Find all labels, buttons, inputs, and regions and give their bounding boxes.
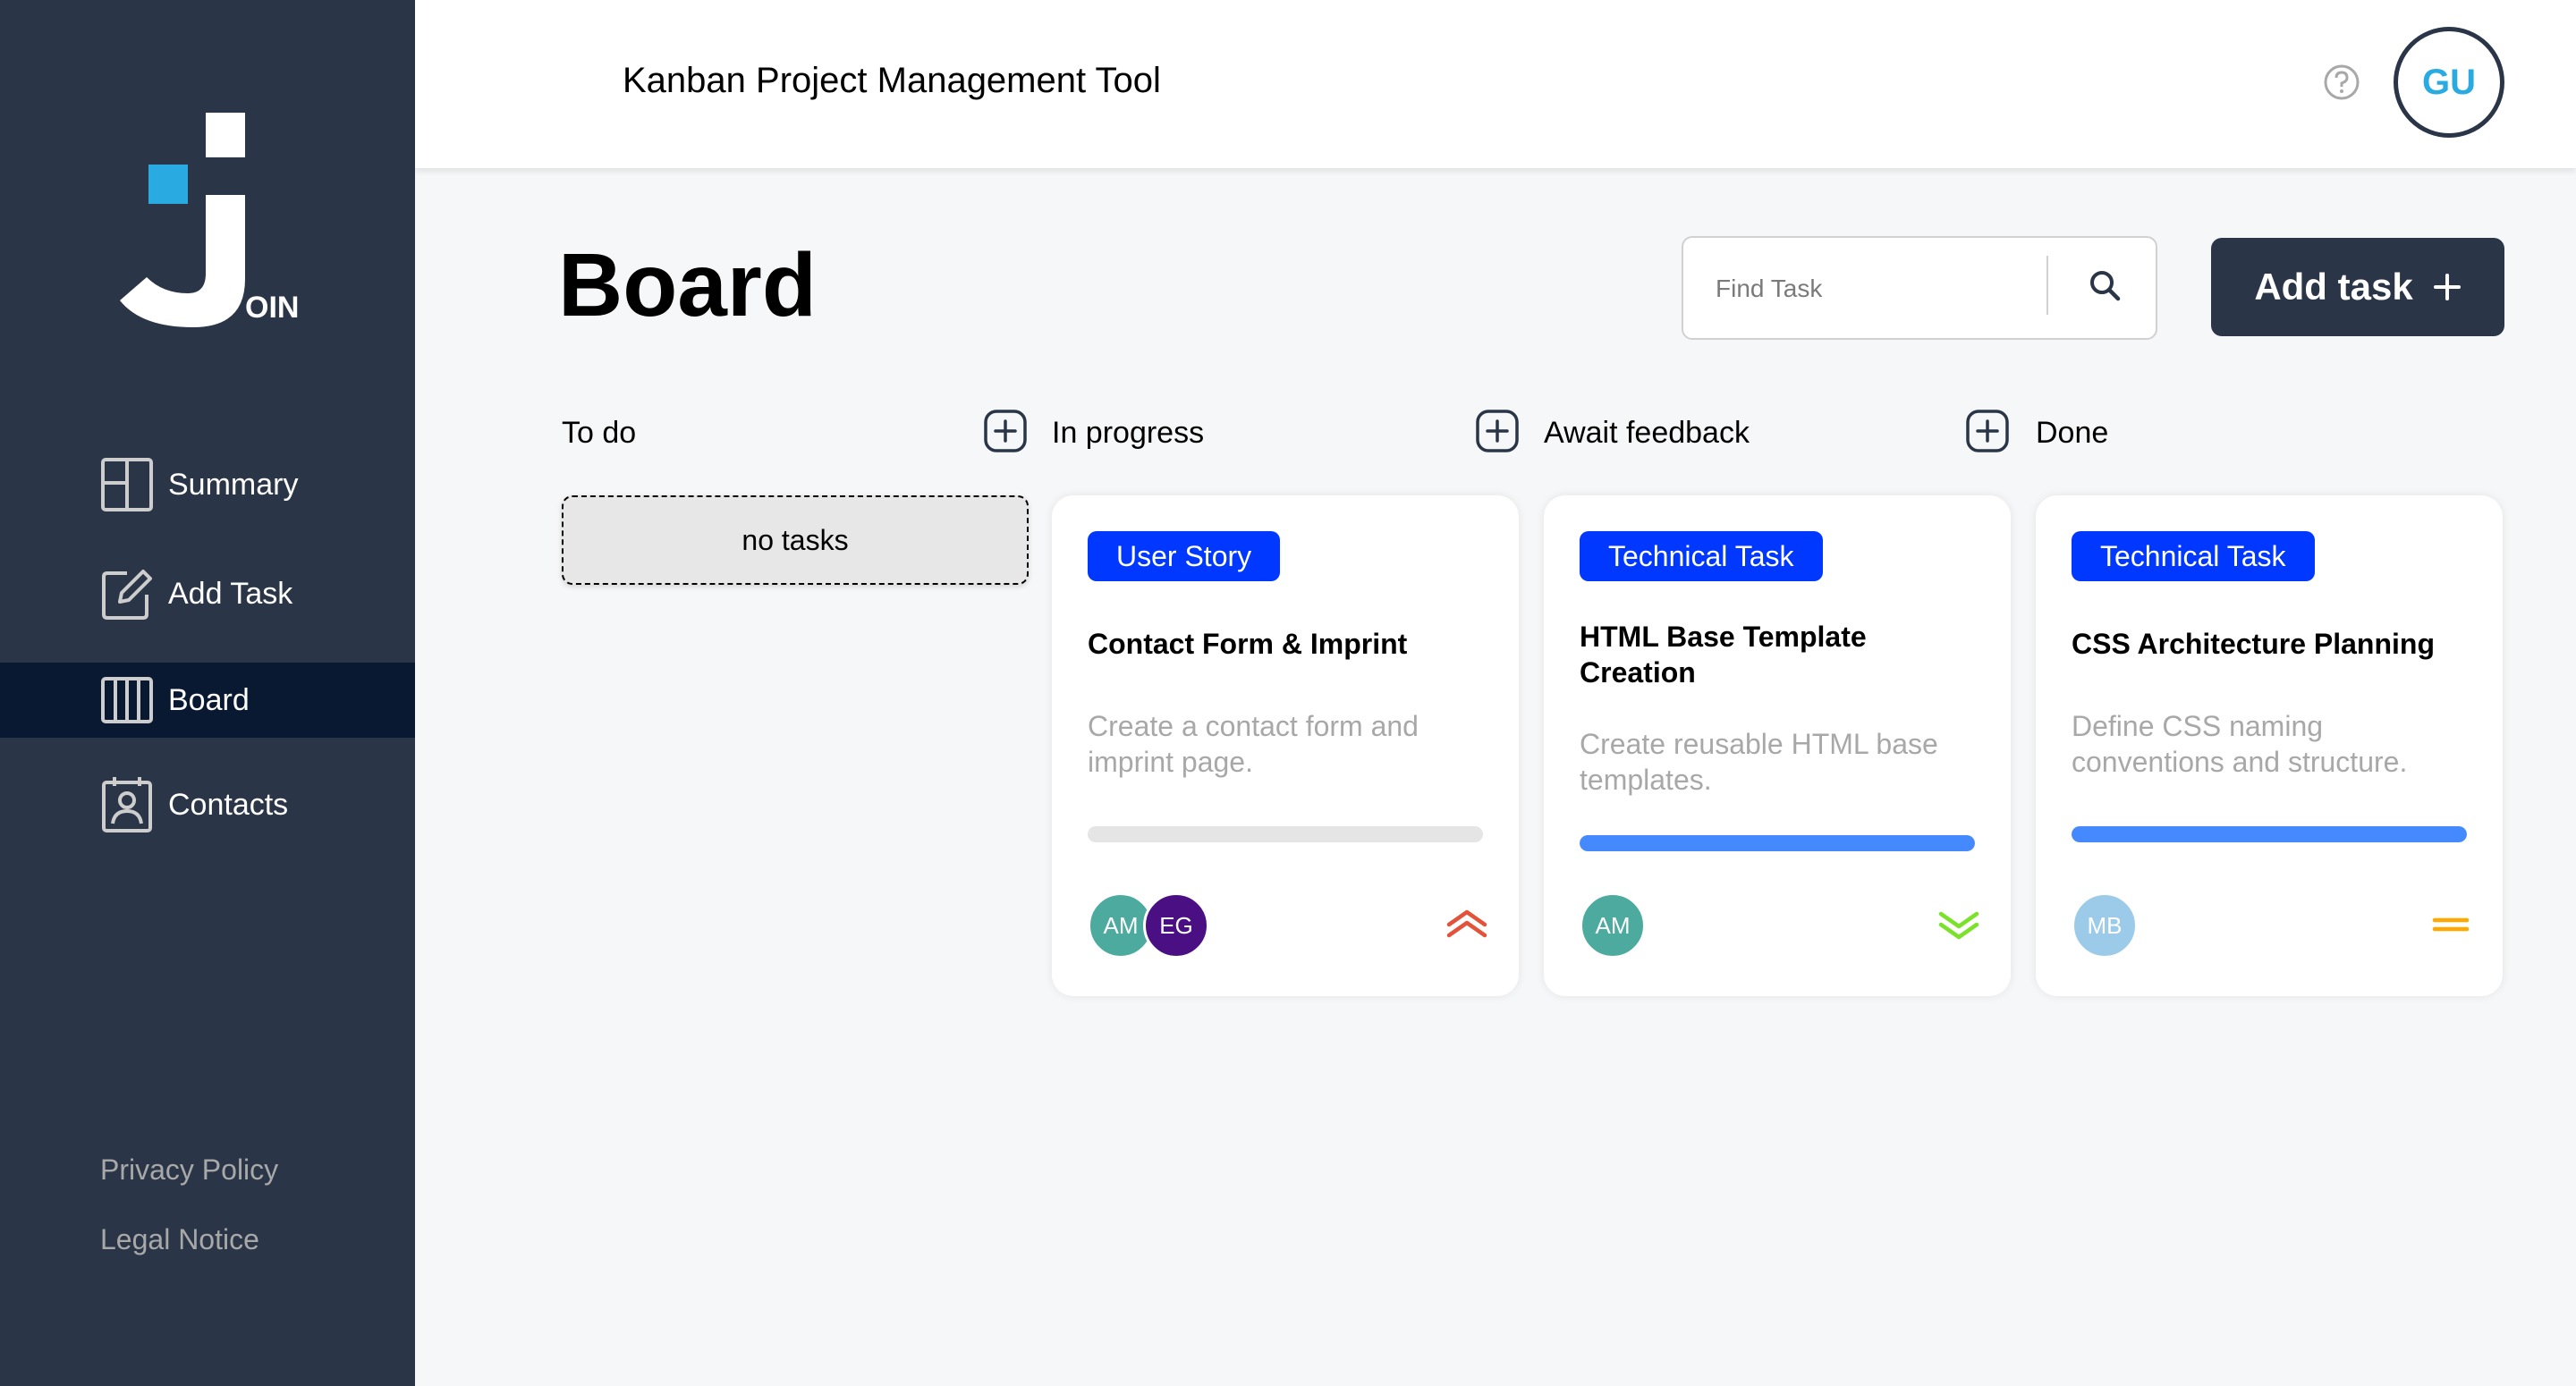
- add-task-label: Add task: [2254, 266, 2413, 308]
- task-card[interactable]: User Story Contact Form & Imprint Create…: [1052, 495, 1519, 996]
- priority-low-icon: [1938, 911, 1979, 940]
- logo-j-shape: [120, 195, 245, 327]
- card-description: Create reusable HTML base templates.: [1580, 728, 1938, 796]
- search-box: [1682, 236, 2157, 340]
- contacts-icon: [100, 775, 154, 834]
- search-input[interactable]: [1716, 268, 2038, 309]
- search-divider: [2046, 256, 2048, 315]
- add-in-progress-plus-icon[interactable]: [1476, 410, 1519, 452]
- sidebar-item-label: Board: [168, 682, 250, 717]
- assignee-list: MB: [2072, 892, 2138, 960]
- task-card[interactable]: Technical Task HTML Base Template Creati…: [1544, 495, 2011, 996]
- search-icon[interactable]: [2084, 265, 2129, 309]
- plus-icon: [2433, 274, 2461, 300]
- card-title: CSS Architecture Planning: [2072, 628, 2435, 660]
- column-title-done: Done: [2036, 415, 2109, 450]
- sidebar-item-label: Summary: [168, 467, 299, 502]
- join-logo[interactable]: OIN: [114, 109, 302, 333]
- sidebar-item-label: Contacts: [168, 787, 289, 822]
- card-title: HTML Base Template Creation: [1580, 621, 1867, 689]
- add-todo-plus-icon[interactable]: [984, 410, 1027, 452]
- summary-icon: [100, 455, 154, 514]
- app-root: OIN Summary Add Task Board Contacts Priv…: [0, 0, 2576, 1386]
- category-badge: Technical Task: [2072, 531, 2315, 581]
- sidebar-item-summary[interactable]: Summary: [0, 447, 415, 522]
- sidebar-item-label: Add Task: [168, 576, 293, 611]
- subtask-progress-bar: [1088, 826, 1483, 842]
- assignee-list: AM: [1580, 892, 1646, 960]
- column-title-in-progress: In progress: [1052, 415, 1205, 450]
- assignee-list: AM EG: [1088, 892, 1209, 960]
- assignee-avatar: MB: [2072, 892, 2138, 959]
- card-description: Define CSS naming conventions and struct…: [2072, 710, 2408, 778]
- category-badge: User Story: [1088, 531, 1281, 581]
- sidebar: OIN Summary Add Task Board Contacts Priv…: [0, 0, 415, 1386]
- assignee-avatar: AM: [1580, 892, 1646, 959]
- card-title: Contact Form & Imprint: [1088, 628, 1408, 660]
- legal-notice-link[interactable]: Legal Notice: [100, 1223, 278, 1293]
- header-title: Kanban Project Management Tool: [623, 61, 1161, 100]
- assignee-avatar: EG: [1143, 892, 1209, 959]
- column-title-await-feedback: Await feedback: [1544, 415, 1750, 450]
- task-card[interactable]: Technical Task CSS Architecture Planning…: [2036, 495, 2503, 996]
- help-icon[interactable]: [2322, 63, 2361, 102]
- column-title-todo: To do: [562, 415, 637, 450]
- sidebar-item-add-task[interactable]: Add Task: [0, 556, 415, 631]
- privacy-policy-link[interactable]: Privacy Policy: [100, 1154, 278, 1223]
- empty-column-placeholder: no tasks: [562, 495, 1029, 585]
- page-title: Board: [558, 235, 817, 335]
- priority-urgent-icon: [1446, 909, 1487, 938]
- sidebar-footer: Privacy Policy Legal Notice: [100, 1154, 278, 1293]
- top-header: Kanban Project Management Tool GU: [415, 0, 2576, 168]
- priority-medium-icon: [2432, 917, 2470, 932]
- card-description: Create a contact form and imprint page.: [1088, 710, 1419, 778]
- progress-fill: [1580, 835, 1975, 851]
- subtask-progress-bar: [1580, 835, 1975, 851]
- category-badge: Technical Task: [1580, 531, 1823, 581]
- edit-icon: [100, 564, 154, 623]
- progress-fill: [2072, 826, 2467, 842]
- add-await-feedback-plus-icon[interactable]: [1966, 410, 2009, 452]
- sidebar-item-board[interactable]: Board: [0, 663, 415, 738]
- logo-text: OIN: [245, 291, 300, 325]
- subtask-progress-bar: [2072, 826, 2467, 842]
- board-icon: [100, 671, 154, 730]
- sidebar-item-contacts[interactable]: Contacts: [0, 767, 415, 842]
- add-task-button[interactable]: Add task: [2211, 238, 2504, 336]
- user-avatar-button[interactable]: GU: [2394, 27, 2504, 138]
